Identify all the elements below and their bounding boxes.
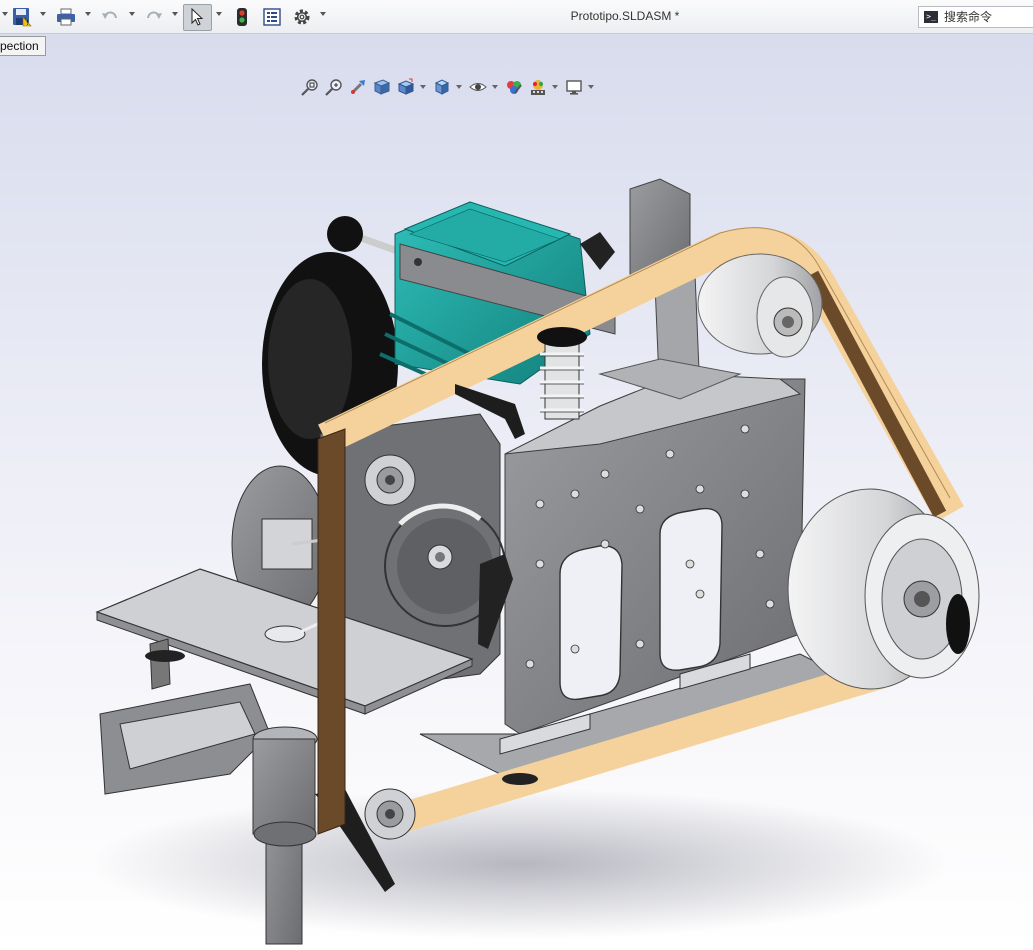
select-chevron-down-icon[interactable] (216, 12, 222, 16)
idler-wheel-bottom-left[interactable] (364, 788, 416, 840)
graphics-area[interactable] (0, 34, 1033, 950)
sanding-belt-contact-side[interactable] (317, 428, 346, 835)
print-icon[interactable] (54, 4, 78, 30)
tension-lever-top[interactable] (580, 232, 615, 270)
belt-grinder-assembly-model[interactable] (0, 34, 1033, 950)
search-box[interactable]: >_ (918, 6, 1033, 28)
select-arrow-icon[interactable] (186, 4, 208, 30)
file-properties-icon[interactable] (260, 4, 284, 30)
command-prompt-icon: >_ (924, 11, 938, 23)
redo-chevron-down-icon[interactable] (172, 12, 178, 16)
options-gear-icon[interactable] (290, 4, 314, 30)
undo-icon[interactable] (98, 4, 122, 30)
tension-handle-knob[interactable] (327, 216, 363, 252)
drive-wheel[interactable] (787, 488, 980, 690)
idler-wheel-top-right[interactable] (697, 253, 823, 358)
redo-icon[interactable] (142, 4, 166, 30)
frame-cutout-left (559, 545, 623, 701)
options-chevron-down-icon[interactable] (320, 12, 326, 16)
svg-text:!: ! (26, 19, 29, 27)
title-bar: ! Prototipo.SLDASM * >_ 搜索命令 (0, 0, 1033, 34)
menu-chevron-down-icon[interactable] (2, 12, 8, 16)
tooltip: pection (0, 36, 46, 56)
print-chevron-down-icon[interactable] (85, 12, 91, 16)
floor-shadow (90, 789, 950, 939)
tension-spring[interactable] (537, 327, 587, 420)
rebuild-traffic-light-icon[interactable] (232, 4, 252, 30)
rubber-foot (145, 650, 185, 662)
search-input[interactable] (944, 10, 1032, 24)
document-title: Prototipo.SLDASM * (570, 9, 680, 23)
frame-cutout-right (659, 507, 723, 671)
save-chevron-down-icon[interactable] (40, 12, 46, 16)
undo-chevron-down-icon[interactable] (129, 12, 135, 16)
idler-wheel-top-left[interactable] (364, 454, 416, 506)
save-icon[interactable]: ! (10, 4, 34, 30)
